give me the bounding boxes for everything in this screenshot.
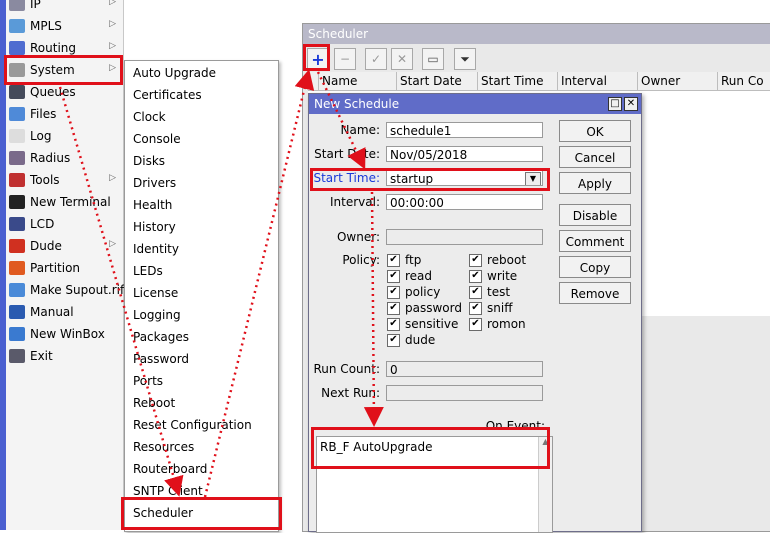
arrow-system-to-scheduler xyxy=(58,86,184,497)
annotation-arrows xyxy=(58,69,384,498)
arrow-start-time-to-on-event xyxy=(363,191,384,427)
arrow-add-to-start-time xyxy=(316,71,366,170)
arrow-scheduler-to-add xyxy=(203,69,315,498)
